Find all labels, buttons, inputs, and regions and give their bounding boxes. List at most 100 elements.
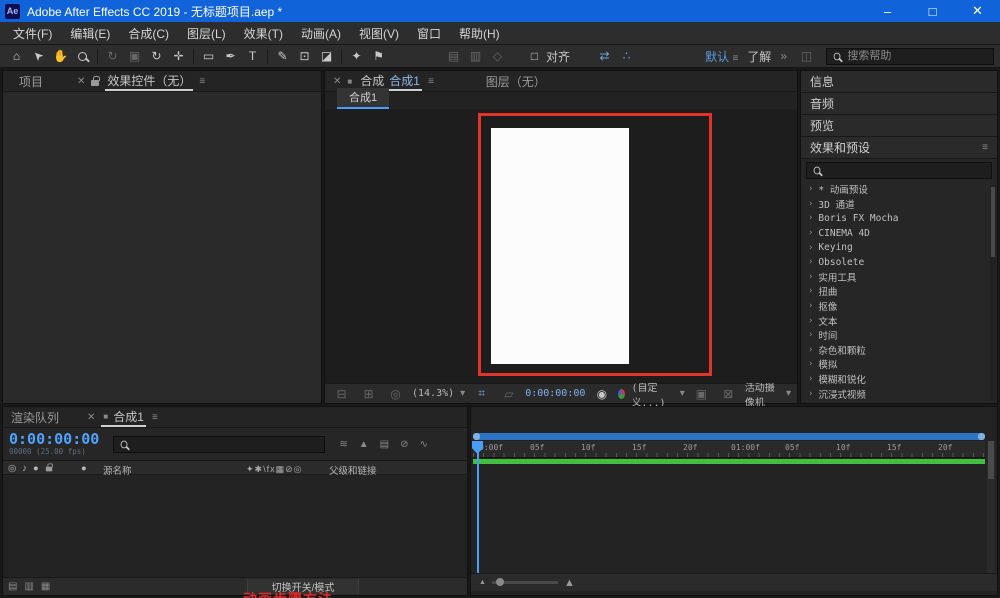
zoom-in-mountain-icon[interactable]: ▲ [564,577,575,589]
menu-file[interactable]: 文件(F) [4,25,61,42]
category-boris-fx-mocha[interactable]: ›Boris FX Mocha [801,211,997,226]
transparency-grid-icon[interactable]: ⊠ [718,384,739,403]
panel-menu-icon[interactable]: ≡ [199,76,205,87]
home-icon[interactable]: ⌂ [6,47,27,66]
time-navigator-bar[interactable] [473,433,985,440]
selection-tool-icon[interactable]: ➤ [28,47,49,66]
tab-close-icon[interactable]: ✕ [333,76,341,87]
workspace-panel-icon[interactable]: ◫ [796,47,817,66]
region-of-interest-icon[interactable]: ▣ [691,384,712,403]
resolution-dropdown-icon[interactable]: ▾ [680,388,685,399]
menu-effect[interactable]: 效果(T) [235,25,292,42]
category-obsolete[interactable]: ›Obsolete [801,255,997,270]
category-simulation[interactable]: ›模拟 [801,357,997,372]
menu-window[interactable]: 窗口 [408,25,450,42]
draft-3d-toggle-icon[interactable]: ▲ [359,439,369,450]
type-tool-icon[interactable]: T [242,47,263,66]
close-button[interactable]: ✕ [955,0,1000,22]
effects-search-input[interactable] [827,165,985,177]
composition-viewer[interactable] [325,109,797,383]
solo-icon[interactable]: ● [33,463,39,474]
clone-stamp-tool-icon[interactable]: ⊡ [294,47,315,66]
mask-visibility-icon[interactable]: ▱ [498,384,519,403]
maximize-button[interactable]: □ [910,0,955,22]
channel-color-icon[interactable] [618,389,625,399]
time-ruler[interactable]: 0:00f 05f 10f 15f 20f 01:00f 05f 10f 15f… [473,441,985,458]
current-time-indicator-line[interactable] [477,441,479,573]
parent-link-column[interactable]: 父级和链接 [329,463,377,477]
category-blur-sharpen[interactable]: ›模糊和锐化 [801,372,997,387]
tab-close-icon[interactable]: ✕ [87,412,95,423]
help-search-input[interactable] [847,50,987,62]
resolution-value[interactable]: (自定义...) [631,379,673,409]
timeline-vertical-scrollbar[interactable] [987,441,995,573]
pan-behind-tool-icon[interactable]: ✛ [168,47,189,66]
current-timecode[interactable]: 0:00:00:00 [9,432,99,448]
magnification-value[interactable]: (14.3%) [412,388,454,399]
eraser-tool-icon[interactable]: ◪ [316,47,337,66]
graph-editor-icon[interactable]: ∿ [419,439,427,450]
expand-pane-icon-2[interactable]: ▥ [24,581,33,592]
minimize-button[interactable]: – [865,0,910,22]
roto-brush-tool-icon[interactable]: ✦ [346,47,367,66]
shape-tool-icon[interactable]: ▭ [198,47,219,66]
workspace-overflow-icon[interactable]: » [780,49,787,63]
eye-icon[interactable]: ◎ [8,463,16,474]
active-camera-value[interactable]: 活动摄像机 [745,379,780,409]
snap-checkbox-icon[interactable]: □ [524,47,545,66]
snapshot-icon[interactable]: ◉ [591,384,612,403]
workspace-menu-icon[interactable]: ≡ [732,53,738,64]
panel-preview[interactable]: 预览 [801,115,997,137]
motion-blur-icon[interactable]: ⊘ [400,439,408,450]
category-keying[interactable]: ›Keying [801,240,997,255]
audio-icon[interactable]: ♪ [22,463,27,474]
scrollbar-thumb[interactable] [991,187,995,257]
scrollbar-thumb[interactable] [988,441,994,479]
snap-option-icon-2[interactable]: ∴ [616,47,637,66]
grid-guides-icon[interactable]: ⌗ [471,384,492,403]
hand-tool-icon[interactable]: ✋ [50,47,71,66]
orbit-camera-tool-icon[interactable]: ↻ [102,47,123,66]
tab-close-icon[interactable]: ✕ [77,76,85,87]
timeline-search-input[interactable] [135,438,319,450]
category-distort[interactable]: ›扭曲 [801,284,997,299]
draft-3d-icon[interactable]: ◎ [385,384,406,403]
zoom-out-mountain-icon[interactable]: ▲ [479,579,486,586]
viewer-tab-comp1[interactable]: 合成1 [337,88,389,109]
panel-info[interactable]: 信息 [801,71,997,93]
tab-project[interactable]: 项目 [11,73,51,90]
menu-view[interactable]: 视图(V) [350,25,408,42]
expand-pane-icon-1[interactable]: ▤ [8,581,17,592]
tab-layer[interactable]: 图层（无） [486,73,546,90]
workspace-default-tab[interactable]: 默认 ≡ [705,48,738,65]
effects-list-scrollbar[interactable] [990,185,996,401]
menu-edit[interactable]: 编辑(E) [61,25,119,42]
tab-effect-controls[interactable]: 效果控件（无） [105,71,193,91]
camera-dropdown-icon[interactable]: ▾ [786,388,791,399]
workspace-learn-tab[interactable]: 了解 [747,48,771,65]
category-noise-grain[interactable]: ›杂色和颗粒 [801,343,997,358]
snap-option-icon-1[interactable]: ⇄ [594,47,615,66]
panel-menu-icon[interactable]: ≡ [428,76,434,87]
current-time-block[interactable]: 0:00:00:00 00000 (25.00 fps) [9,432,99,456]
category-cinema-4d[interactable]: ›CINEMA 4D [801,226,997,241]
menu-animation[interactable]: 动画(A) [292,25,350,42]
tab-timeline-comp1[interactable]: ■ 合成1 [101,407,146,427]
expand-pane-icon-3[interactable]: ▦ [41,581,50,592]
panel-audio[interactable]: 音频 [801,93,997,115]
pen-tool-icon[interactable]: ✒ [220,47,241,66]
main-comp-icon[interactable]: ⊞ [358,384,379,403]
menu-help[interactable]: 帮助(H) [450,25,509,42]
category-3d-channel[interactable]: ›3D 通道 [801,197,997,212]
category-immersive-video[interactable]: ›沉浸式视频 [801,386,997,401]
category-animation-presets[interactable]: ›* 动画预设 [801,182,997,197]
zoom-slider-knob[interactable] [496,578,504,586]
category-time[interactable]: ›时间 [801,328,997,343]
always-preview-icon[interactable]: ⊟ [331,384,352,403]
category-utility[interactable]: ›实用工具 [801,270,997,285]
source-name-column[interactable]: 源名称 [103,463,132,477]
menu-layer[interactable]: 图层(L) [178,25,235,42]
brush-tool-icon[interactable]: ✎ [272,47,293,66]
menu-composition[interactable]: 合成(C) [119,25,178,42]
puppet-pin-tool-icon[interactable]: ⚑ [368,47,389,66]
